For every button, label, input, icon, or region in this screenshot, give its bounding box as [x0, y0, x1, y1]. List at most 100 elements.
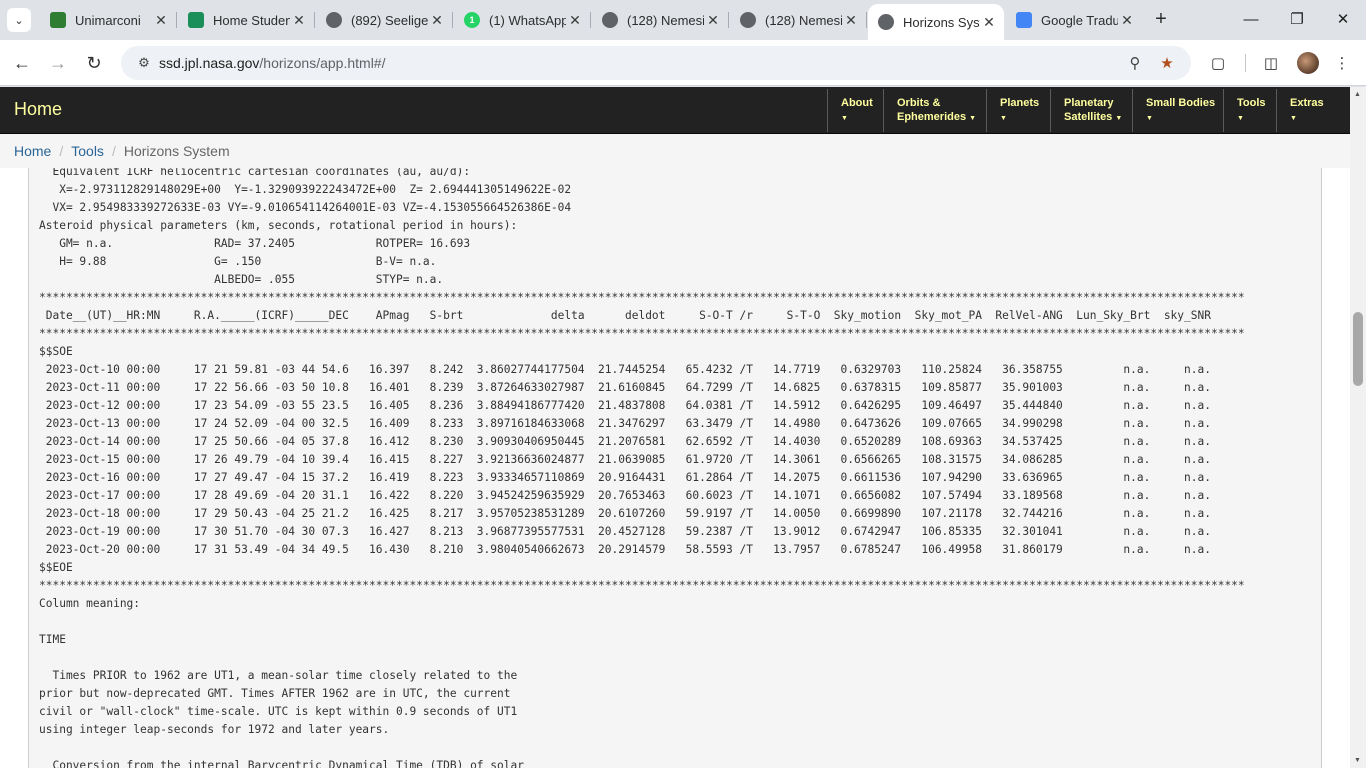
browser-toolbar: ← → ↻ ⚙ ssd.jpl.nasa.gov/horizons/app.ht… — [0, 40, 1366, 86]
tab-title: Unimarconi — [75, 12, 141, 28]
output-line: Conversion from the internal Barycentric… — [52, 759, 524, 768]
menu-dots-icon[interactable]: ⋮ — [1331, 52, 1353, 74]
nav-about-label: About — [841, 96, 873, 109]
nav-satellites-label-2: Satellites — [1064, 110, 1113, 123]
web-page: Home About ▼ Orbits & Ephemerides ▼ Plane… — [0, 87, 1350, 768]
restore-icon: ❐ — [1290, 11, 1304, 28]
profile-avatar[interactable] — [1297, 52, 1319, 74]
window-close-button[interactable]: ✕ — [1329, 8, 1357, 32]
globe-icon — [602, 12, 618, 28]
tab-nemesis-2[interactable]: (128) Nemesis ✕ — [730, 6, 867, 34]
scroll-down-icon[interactable]: ▼ — [1354, 757, 1361, 764]
tab-home-studente[interactable]: Home Studente ✕ — [178, 6, 315, 34]
output-line: ****************************************… — [39, 327, 1245, 340]
arrow-left-icon: ← — [13, 52, 31, 73]
tab-whatsapp[interactable]: 1 (1) WhatsApp ✕ — [454, 6, 591, 34]
close-icon[interactable]: ✕ — [980, 13, 998, 31]
tab-search-button[interactable]: ⌄ — [7, 8, 31, 32]
caret-down-icon: ▼ — [1000, 114, 1007, 122]
nav-extras[interactable]: Extras ▼ — [1276, 89, 1336, 132]
tab-title: (128) Nemesis — [765, 12, 842, 28]
globe-icon — [326, 12, 342, 28]
nav-planetary-satellites[interactable]: Planetary Satellites ▼ — [1050, 89, 1132, 132]
tab-horizons-system[interactable]: Horizons System ✕ — [868, 4, 1004, 40]
tab-strip: ⌄ Unimarconi ✕ Home Studente ✕ (892) See… — [0, 0, 1366, 40]
back-button[interactable]: ← — [9, 50, 35, 76]
breadcrumb-current: Horizons System — [123, 143, 230, 159]
scrollbar-thumb[interactable] — [1353, 312, 1363, 386]
address-bar[interactable]: ⚙ ssd.jpl.nasa.gov/horizons/app.html#/ ⚲… — [121, 46, 1191, 80]
scroll-up-icon[interactable]: ▲ — [1354, 91, 1361, 98]
tab-nemesis-1[interactable]: (128) Nemesis ✕ — [592, 6, 729, 34]
output-line: Asteroid physical parameters (km, second… — [39, 219, 518, 232]
tab-seeliger[interactable]: (892) Seeliger ✕ — [316, 6, 453, 34]
nav-small-bodies-label: Small Bodies — [1146, 96, 1216, 109]
side-panel-icon[interactable]: ◫ — [1260, 52, 1282, 74]
breadcrumb-tools[interactable]: Tools — [71, 143, 104, 159]
ephemeris-results-panel: Equivalent ICRF heliocentric cartesian c… — [28, 168, 1322, 768]
tab-title: Horizons System — [903, 14, 980, 30]
caret-down-icon: ▼ — [1146, 114, 1153, 122]
tab-google-traduttore[interactable]: Google Traduttore ✕ — [1006, 6, 1142, 34]
output-line: Times PRIOR to 1962 are UT1, a mean-sola… — [52, 669, 518, 682]
close-icon[interactable]: ✕ — [704, 11, 722, 29]
caret-down-icon: ▼ — [841, 114, 848, 122]
tab-title: Google Traduttore — [1041, 12, 1118, 28]
caret-down-icon: ▼ — [1115, 114, 1123, 122]
output-line: H= 9.88 G= .150 B-V= n.a. — [59, 255, 437, 268]
output-line: civil or "wall-clock" time-scale. UTC is… — [39, 705, 518, 718]
site-navbar: Home About ▼ Orbits & Ephemerides ▼ Plane… — [0, 87, 1350, 134]
site-settings-icon[interactable]: ⚙ — [129, 55, 159, 71]
navbar-brand-home[interactable]: Home — [14, 99, 62, 120]
zoom-icon[interactable]: ⚲ — [1125, 53, 1145, 73]
output-line: 2023-Oct-20 00:00 17 31 53.49 -04 34 49.… — [45, 543, 1211, 556]
globe-icon — [878, 14, 894, 30]
breadcrumb-home[interactable]: Home — [14, 143, 51, 159]
close-icon[interactable]: ✕ — [1118, 11, 1136, 29]
close-icon[interactable]: ✕ — [566, 11, 584, 29]
caret-down-icon: ▼ — [1237, 114, 1244, 122]
tab-unimarconi[interactable]: Unimarconi ✕ — [40, 6, 177, 34]
whatsapp-icon: 1 — [464, 12, 480, 28]
close-icon[interactable]: ✕ — [428, 11, 446, 29]
new-tab-button[interactable]: + — [1150, 8, 1172, 30]
extensions-icon[interactable]: ▢ — [1207, 52, 1229, 74]
output-line: X=-2.973112829148029E+00 Y=-1.3290939222… — [59, 183, 572, 196]
output-line: 2023-Oct-19 00:00 17 30 51.70 -04 30 07.… — [45, 525, 1211, 538]
bookmark-star-icon[interactable]: ★ — [1157, 53, 1177, 73]
tab-title: (1) WhatsApp — [489, 12, 566, 28]
nav-planets[interactable]: Planets ▼ — [986, 89, 1050, 132]
output-line: prior but now-deprecated GMT. Times AFTE… — [39, 687, 511, 700]
globe-icon — [740, 12, 756, 28]
arrow-right-icon: → — [49, 52, 67, 73]
nav-tools[interactable]: Tools ▼ — [1223, 89, 1276, 132]
chevron-down-icon: ⌄ — [14, 14, 24, 27]
nav-orbits-ephemerides[interactable]: Orbits & Ephemerides ▼ — [883, 89, 986, 132]
output-line: ****************************************… — [39, 579, 1245, 592]
nav-about[interactable]: About ▼ — [827, 89, 883, 132]
nav-extras-label: Extras — [1290, 96, 1324, 109]
close-icon[interactable]: ✕ — [152, 11, 170, 29]
reload-button[interactable]: ↻ — [81, 50, 107, 76]
nav-satellites-label-1: Planetary — [1064, 96, 1114, 109]
reload-icon: ↻ — [86, 52, 102, 73]
output-line: Equivalent ICRF heliocentric cartesian c… — [52, 168, 471, 178]
restore-button[interactable]: ❐ — [1283, 8, 1311, 32]
close-icon[interactable]: ✕ — [842, 11, 860, 29]
output-line: 2023-Oct-10 00:00 17 21 59.81 -03 44 54.… — [45, 363, 1211, 376]
forward-button[interactable]: → — [45, 50, 71, 76]
nav-small-bodies[interactable]: Small Bodies ▼ — [1132, 89, 1223, 132]
url-host: ssd.jpl.nasa.gov — [159, 55, 260, 71]
caret-down-icon: ▼ — [1290, 114, 1297, 122]
close-icon[interactable]: ✕ — [290, 11, 308, 29]
page-scrollbar[interactable]: ▲ ▼ — [1350, 87, 1366, 768]
nav-orbits-label-2: Ephemerides — [897, 110, 967, 123]
output-line: 2023-Oct-17 00:00 17 28 49.69 -04 20 31.… — [45, 489, 1211, 502]
output-line: 2023-Oct-13 00:00 17 24 52.09 -04 00 32.… — [45, 417, 1211, 430]
google-translate-icon — [1016, 12, 1032, 28]
minimize-button[interactable]: — — [1237, 8, 1265, 32]
unimarconi-icon — [50, 12, 66, 28]
url-text[interactable]: ssd.jpl.nasa.gov/horizons/app.html#/ — [159, 55, 385, 71]
tab-title: (128) Nemesis — [627, 12, 704, 28]
output-line: $$EOE — [39, 561, 73, 574]
